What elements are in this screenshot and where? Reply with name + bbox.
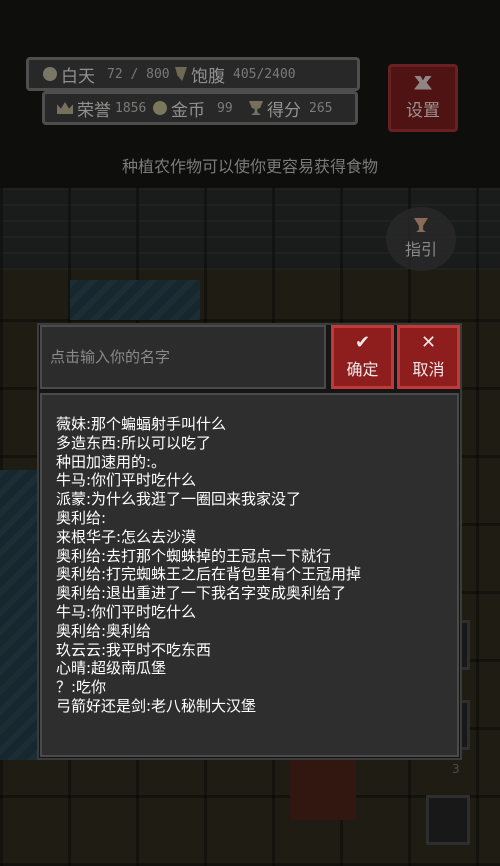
gold-label: 金币 [171, 100, 205, 121]
cancel-label: 取消 [412, 360, 445, 379]
chat-message: 弓箭好还是剑:老八秘制大汉堡 [56, 696, 257, 715]
chat-message: 来根华子:怎么去沙漠 [56, 527, 197, 546]
chat-message: 牛马:你们平时吃什么 [56, 602, 197, 621]
chat-message: 奥利给: [56, 508, 107, 527]
score-label: 得分 [267, 100, 301, 121]
day-label: 白天 [61, 66, 95, 87]
chat-message: 薇妹:那个蝙蝠射手叫什么 [56, 415, 227, 433]
satiety-stat: 饱腹 405/2400 [175, 60, 296, 88]
chat-message: 心晴:超级南瓜堡 [56, 659, 167, 678]
score-value: 265 [309, 100, 333, 116]
chat-message: 奥利给:退出重进了一下我名字变成奥利给了 [56, 584, 347, 603]
gold-stat: 金币 99 [153, 94, 233, 122]
honor-value: 1856 [115, 100, 147, 116]
confirm-button[interactable]: ✔ 确定 [331, 325, 394, 389]
chat-log[interactable]: 薇妹:那个蝙蝠射手叫什么 多造东西:所以可以吃了 种田加速用的:。 牛马:你们平… [40, 393, 459, 757]
close-icon: ✕ [420, 332, 437, 353]
sun-icon [43, 67, 57, 81]
guide-icon [414, 218, 428, 232]
chat-message: ？:吃你 [56, 678, 107, 697]
hint-text: 种植农作物可以使你更容易获得食物 [121, 157, 378, 176]
guide-label: 指引 [404, 240, 437, 259]
day-stat: 白天 72 / 800 [43, 60, 170, 88]
chat-message: 奥利给:去打那个蜘蛛掉的王冠点一下就行 [56, 546, 332, 565]
satiety-value: 405/2400 [233, 66, 296, 82]
crown-icon [57, 102, 73, 114]
check-icon: ✔ [354, 332, 371, 353]
gold-value: 99 [217, 100, 233, 116]
honor-label: 荣誉 [77, 100, 111, 121]
honor-stat: 荣誉 1856 [57, 94, 146, 122]
chat-message: 奥利给:奥利给 [56, 621, 152, 640]
satiety-label: 饱腹 [191, 66, 225, 87]
confirm-label: 确定 [346, 360, 379, 379]
settings-icon [414, 75, 432, 90]
day-value: 72 / 800 [107, 66, 170, 82]
trophy-icon [249, 101, 263, 115]
coin-icon [153, 101, 167, 115]
settings-label: 设置 [406, 100, 440, 121]
chat-message: 多造东西:所以可以吃了 [56, 433, 212, 452]
food-icon [175, 67, 187, 81]
score-stat: 得分 265 [249, 94, 332, 122]
name-input[interactable]: 点击输入你的名字 [40, 325, 326, 389]
hud-bottom-row: 荣誉 1856 金币 99 得分 265 [42, 91, 358, 125]
hud-top-row: 白天 72 / 800 饱腹 405/2400 [26, 57, 360, 91]
chat-message: 奥利给:打完蜘蛛王之后在背包里有个王冠用掉 [56, 565, 362, 584]
guide-button[interactable]: 指引 [386, 207, 456, 271]
cancel-button[interactable]: ✕ 取消 [397, 325, 460, 389]
settings-button[interactable]: 设置 [388, 64, 458, 132]
chat-message: 派蒙:为什么我逛了一圈回来我家没了 [56, 490, 302, 509]
chat-message: 种田加速用的:。 [56, 452, 167, 471]
chat-message: 玖云云:我平时不吃东西 [56, 640, 212, 659]
chat-message: 牛马:你们平时吃什么 [56, 471, 197, 490]
